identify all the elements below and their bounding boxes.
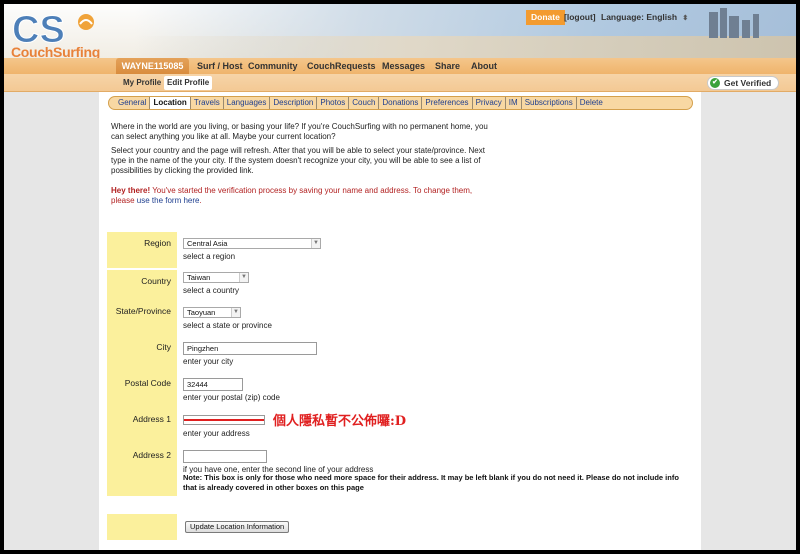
language-selector[interactable]: Language: English <box>601 12 677 22</box>
warning-end: . <box>199 196 202 205</box>
region-value: Central Asia <box>187 239 228 248</box>
tab-delete[interactable]: Delete <box>577 97 606 109</box>
city-hint: enter your city <box>183 357 234 366</box>
tab-subscriptions[interactable]: Subscriptions <box>522 97 577 109</box>
postal-input[interactable]: 32444 <box>183 378 243 391</box>
nav-item-share[interactable]: Share <box>435 58 460 74</box>
postal-hint: enter your postal (zip) code <box>183 393 280 402</box>
submit-row-label <box>107 514 177 540</box>
tab-im[interactable]: IM <box>506 97 522 109</box>
sub-nav: My Profile Edit Profile <box>4 74 796 92</box>
main-nav: WAYNE115085 Surf / Host Community CouchR… <box>4 58 796 74</box>
beach-sand <box>134 36 796 58</box>
country-select[interactable]: Taiwan ▼ <box>183 272 249 283</box>
intro-text: Where in the world are you living, or ba… <box>111 122 491 180</box>
get-verified-button[interactable]: ✔ Get Verified <box>707 76 779 90</box>
redaction-bar <box>184 419 264 421</box>
state-hint: select a state or province <box>183 321 272 330</box>
nav-item-community[interactable]: Community <box>248 58 298 74</box>
tab-languages[interactable]: Languages <box>224 97 271 109</box>
region-hint: select a region <box>183 252 236 261</box>
region-label: Region <box>107 232 177 268</box>
chevron-down-icon: ▼ <box>311 239 320 248</box>
update-location-button[interactable]: Update Location Information <box>185 521 290 533</box>
banner-building <box>720 8 727 38</box>
tab-photos[interactable]: Photos <box>317 97 350 109</box>
tab-couch[interactable]: Couch <box>349 97 380 109</box>
tab-travels[interactable]: Travels <box>191 97 224 109</box>
language-caret-icon[interactable]: ⬍ <box>682 15 688 22</box>
state-select[interactable]: Taoyuan ▼ <box>183 307 241 318</box>
browser-frame: CS CouchSurfing Donate [logout] Language… <box>4 4 796 550</box>
address2-input[interactable] <box>183 450 267 463</box>
nav-item-surf-host[interactable]: Surf / Host <box>197 58 243 74</box>
content-panel: General Location Travels Languages Descr… <box>99 92 701 550</box>
address1-input[interactable] <box>183 415 265 425</box>
profile-tabs: General Location Travels Languages Descr… <box>108 96 693 110</box>
tab-location[interactable]: Location <box>150 97 191 109</box>
intro-paragraph-2: Select your country and the page will re… <box>111 146 485 175</box>
verified-check-icon: ✔ <box>710 78 720 88</box>
country-value: Taiwan <box>187 273 211 282</box>
warning-form-link[interactable]: use the form here <box>137 196 200 205</box>
tab-general[interactable]: General <box>115 97 151 109</box>
nav-item-messages[interactable]: Messages <box>382 58 425 74</box>
chevron-down-icon: ▼ <box>239 273 248 282</box>
banner-building <box>709 12 718 38</box>
postal-label: Postal Code <box>107 372 177 408</box>
privacy-annotation: 個人隱私暫不公佈囉:D <box>273 414 407 429</box>
address1-hint: enter your address <box>183 429 250 438</box>
address2-note: Note: This box is only for those who nee… <box>183 473 679 492</box>
state-label: State/Province <box>107 300 177 336</box>
tab-description[interactable]: Description <box>270 97 318 109</box>
banner-building <box>753 14 759 38</box>
donate-button[interactable]: Donate <box>526 10 565 25</box>
address2-label: Address 2 <box>107 444 177 496</box>
site-header: CS CouchSurfing Donate [logout] Language… <box>4 4 796 60</box>
nav-user-tab[interactable]: WAYNE115085 <box>116 58 189 74</box>
tab-preferences[interactable]: Preferences <box>422 97 473 109</box>
nav-item-about[interactable]: About <box>471 58 497 74</box>
city-label: City <box>107 336 177 372</box>
banner-building <box>729 16 739 38</box>
state-value: Taoyuan <box>187 308 216 317</box>
address1-label: Address 1 <box>107 408 177 444</box>
top-links: [logout] Language: English ⬍ <box>564 10 691 25</box>
logout-link[interactable]: [logout] <box>564 12 596 22</box>
chevron-down-icon: ▼ <box>231 308 240 317</box>
region-select[interactable]: Central Asia ▼ <box>183 238 321 249</box>
intro-paragraph-1: Where in the world are you living, or ba… <box>111 122 488 141</box>
tab-privacy[interactable]: Privacy <box>473 97 506 109</box>
subnav-my-profile[interactable]: My Profile <box>123 76 161 90</box>
verification-warning: Hey there! You've started the verificati… <box>111 186 491 206</box>
country-hint: select a country <box>183 286 240 295</box>
subnav-edit-profile[interactable]: Edit Profile <box>164 76 213 90</box>
city-input[interactable]: Pingzhen <box>183 342 317 355</box>
tab-donations[interactable]: Donations <box>379 97 423 109</box>
banner-building <box>742 20 750 38</box>
get-verified-label: Get Verified <box>724 78 772 88</box>
nav-item-couchrequests[interactable]: CouchRequests <box>307 58 376 74</box>
warning-bold: Hey there! <box>111 186 151 195</box>
